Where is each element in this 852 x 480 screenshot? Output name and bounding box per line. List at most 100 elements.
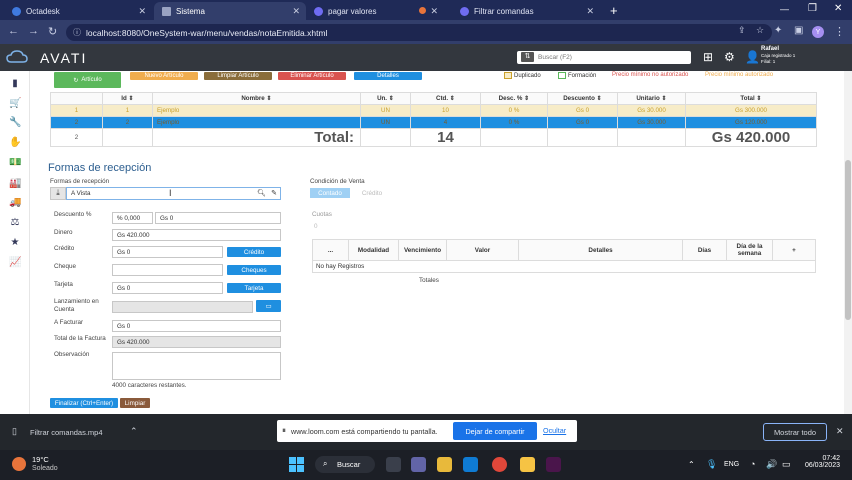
tab-octadesk[interactable]: Octadesk ✕: [4, 2, 152, 20]
sidebar-wrench-icon[interactable]: 🔧: [9, 117, 21, 128]
sticky-notes-icon[interactable]: [520, 457, 535, 472]
sidebar-factory-icon[interactable]: 🏭: [9, 178, 21, 189]
col-nombre[interactable]: Nombre ⇕: [152, 92, 361, 105]
cash-field[interactable]: Gs 420.000: [112, 229, 281, 241]
sidebar-book-icon[interactable]: ▮: [9, 78, 21, 89]
stop-sharing-button[interactable]: Dejar de compartir: [453, 422, 537, 440]
sidebar-truck-icon[interactable]: 🚚: [9, 197, 21, 208]
col-desc[interactable]: Desc. % ⇕: [480, 92, 548, 105]
menu-dots-icon[interactable]: ⋮: [834, 25, 845, 38]
minimize-window-icon[interactable]: —: [780, 4, 789, 14]
close-tab-icon[interactable]: ✕: [586, 6, 594, 17]
search-input[interactable]: ⇅ Buscar (F2): [517, 51, 691, 64]
teams-icon[interactable]: [411, 457, 426, 472]
edit-icon[interactable]: ✎: [271, 189, 277, 197]
user-icon[interactable]: 👤: [745, 50, 760, 64]
store-icon[interactable]: [463, 457, 478, 472]
sidebar-chart-icon[interactable]: 📈: [9, 257, 21, 268]
cheque-field[interactable]: [112, 264, 223, 276]
card-field[interactable]: Gs 0: [112, 282, 223, 294]
col-ctd[interactable]: Ctd. ⇕: [410, 92, 481, 105]
slack-icon[interactable]: [546, 457, 561, 472]
new-article-button[interactable]: Nuevo Artículo: [130, 72, 198, 80]
reception-form-select[interactable]: A Vista I 🔍︎ ✎: [66, 187, 281, 200]
sidebar-hand-icon[interactable]: ✋: [9, 137, 21, 148]
table-row-selected[interactable]: 2 2 Ejemplo UN 4 0 % Gs 0 Gs 30.000 Gs 1…: [50, 116, 817, 129]
cell-ctd[interactable]: 10: [410, 104, 481, 117]
tab-sistema[interactable]: Sistema ✕: [154, 2, 306, 20]
cell-ctd[interactable]: 4: [410, 116, 481, 129]
col-id[interactable]: Id ⇕: [102, 92, 153, 105]
discount-amount-field[interactable]: Gs 0: [155, 212, 281, 224]
add-article-button[interactable]: ↻ Artículo: [54, 72, 121, 88]
credit-field[interactable]: Gs 0: [112, 246, 223, 258]
chevron-up-icon[interactable]: ⌃: [130, 426, 138, 437]
wifi-icon[interactable]: ◔: [750, 459, 755, 469]
sidebar-balance-icon[interactable]: ⚖: [9, 217, 21, 228]
details-button[interactable]: Detalles: [354, 72, 422, 80]
share-icon[interactable]: ⇪: [738, 25, 746, 36]
delete-article-button[interactable]: Eliminar Artículo: [278, 72, 346, 80]
gear-icon[interactable]: ⚙: [724, 50, 735, 64]
tab-pagar-valores[interactable]: pagar valores ✕: [306, 2, 444, 20]
taskbar-search[interactable]: ⌕ Buscar: [315, 456, 375, 473]
sidebar-cart-icon[interactable]: 🛒: [9, 98, 21, 109]
finalize-button[interactable]: Finalizar (Ctrl+Enter): [50, 398, 118, 408]
show-all-button[interactable]: Mostrar todo: [763, 423, 827, 441]
volume-icon[interactable]: 🔊: [766, 459, 777, 470]
profile-avatar[interactable]: Y: [812, 26, 824, 38]
col-total[interactable]: Total ⇕: [685, 92, 817, 105]
reload-icon[interactable]: ↻: [48, 25, 57, 38]
clear-article-button[interactable]: Limpiar Artículo: [204, 72, 272, 80]
chrome-icon[interactable]: [492, 457, 507, 472]
clock[interactable]: 07:42 06/03/2023: [800, 455, 840, 469]
extensions-icon[interactable]: ✦: [774, 25, 782, 36]
split-view-icon[interactable]: ▣: [794, 25, 803, 36]
hide-link[interactable]: Ocultar: [543, 426, 566, 435]
id-card-icon[interactable]: ▭: [256, 300, 281, 312]
language-indicator[interactable]: ENG: [724, 461, 739, 468]
add-window-icon[interactable]: ⊞: [703, 50, 713, 64]
search-icon[interactable]: 🔍︎: [257, 189, 266, 197]
user-info[interactable]: Rafael Caja registrado 1 Filial: 1: [761, 46, 795, 66]
col-descuento[interactable]: Descuento ⇕: [547, 92, 618, 105]
microphone-icon[interactable]: 🎙: [706, 459, 717, 470]
download-icon[interactable]: ⤓: [50, 187, 66, 200]
tab-filtrar-comandas[interactable]: Filtrar comandas ✕: [452, 2, 600, 20]
sidebar-star-icon[interactable]: ★: [9, 237, 21, 248]
cash-toggle[interactable]: Contado: [310, 188, 350, 198]
file-explorer-icon[interactable]: [437, 457, 452, 472]
close-tab-icon[interactable]: ✕: [292, 6, 300, 17]
sidebar-money-icon[interactable]: 💵: [9, 157, 21, 168]
close-shelf-icon[interactable]: ✕: [836, 426, 844, 437]
to-invoice-field[interactable]: Gs 0: [112, 320, 281, 332]
new-tab-button[interactable]: +: [610, 3, 618, 18]
chevron-up-icon[interactable]: ⌃: [688, 460, 695, 469]
forward-icon[interactable]: →: [28, 25, 39, 37]
credit-toggle[interactable]: Crédito: [352, 188, 392, 198]
scrollbar-thumb[interactable]: [845, 160, 851, 320]
bookmark-star-icon[interactable]: ☆: [756, 25, 764, 36]
task-view-icon[interactable]: [386, 457, 401, 472]
download-item[interactable]: Filtrar comandas.mp4: [30, 428, 103, 437]
maximize-window-icon[interactable]: ❐: [808, 3, 817, 14]
account-launch-field: [112, 301, 253, 313]
pause-handle-icon[interactable]: ⏸: [282, 426, 286, 436]
windows-start-icon[interactable]: [289, 457, 304, 472]
close-tab-icon[interactable]: ✕: [430, 6, 438, 17]
col-un[interactable]: Un. ⇕: [360, 92, 411, 105]
table-row[interactable]: 1 1 Ejemplo UN 10 0 % Gs 0 Gs 30.000 Gs …: [50, 104, 817, 117]
battery-icon[interactable]: ▭: [782, 459, 791, 470]
col-unitario[interactable]: Unitario ⇕: [617, 92, 686, 105]
card-button[interactable]: Tarjeta: [227, 283, 281, 293]
credit-button[interactable]: Crédito: [227, 247, 281, 257]
observation-textarea[interactable]: [112, 352, 281, 380]
url-field[interactable]: ⓘ localhost:8080/OneSystem-war/menu/vend…: [66, 24, 772, 41]
clear-button[interactable]: Limpiar: [120, 398, 150, 408]
cheques-button[interactable]: Cheques: [227, 265, 281, 275]
back-icon[interactable]: ←: [8, 25, 19, 37]
add-installment-button[interactable]: +: [772, 239, 816, 261]
close-tab-icon[interactable]: ✕: [138, 6, 146, 17]
close-window-icon[interactable]: ✕: [834, 3, 842, 14]
discount-percent-field[interactable]: % 0,000: [112, 212, 153, 224]
